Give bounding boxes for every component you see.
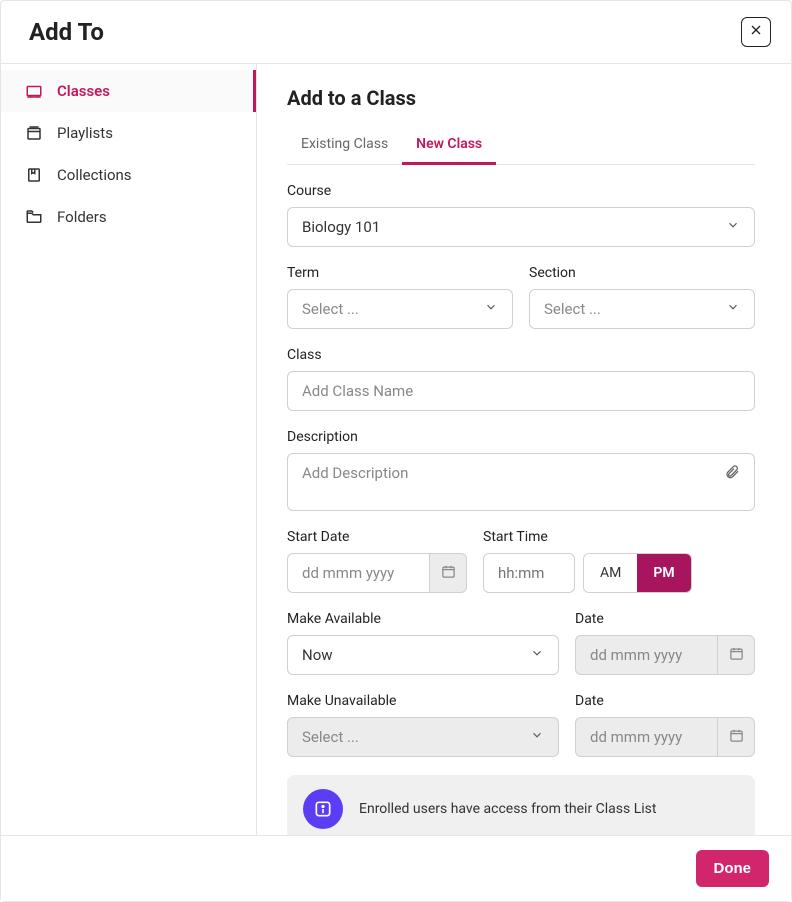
make-unavailable-select[interactable]: Select ... [287,717,559,757]
pm-button[interactable]: PM [637,554,690,592]
make-available-select[interactable]: Now [287,635,559,675]
unavailable-date-label: Date [575,693,755,709]
tab-existing-class[interactable]: Existing Class [287,128,402,165]
collections-icon [25,166,43,184]
calendar-icon [729,646,744,665]
done-button[interactable]: Done [696,850,770,887]
section-select-placeholder: Select ... [544,300,601,318]
close-icon [748,22,764,43]
available-date-picker-button [717,635,755,675]
section-label: Section [529,265,755,281]
make-unavailable-placeholder: Select ... [302,728,359,746]
unavailable-date-input [575,717,717,757]
start-date-picker-button[interactable] [429,553,467,593]
term-label: Term [287,265,513,281]
folders-icon [25,208,43,226]
modal-footer: Done [1,835,791,901]
sidebar-item-classes[interactable]: Classes [1,70,256,112]
chevron-down-icon [726,218,740,236]
make-available-value: Now [302,646,333,664]
am-button[interactable]: AM [584,554,637,592]
classes-icon [25,82,43,100]
sidebar-item-label: Classes [57,82,110,100]
chevron-down-icon [530,728,544,746]
start-time-label: Start Time [483,529,755,545]
sidebar-item-folders[interactable]: Folders [1,196,256,238]
info-box: Enrolled users have access from their Cl… [287,775,755,835]
info-text: Enrolled users have access from their Cl… [359,801,656,817]
available-date-input [575,635,717,675]
course-select[interactable]: Biology 101 [287,207,755,247]
main-heading: Add to a Class [287,86,755,110]
description-input[interactable] [302,464,716,500]
add-to-modal: Add To Classes Playlists [0,0,792,902]
unavailable-date-picker-button [717,717,755,757]
class-name-input[interactable] [287,371,755,411]
modal-body: Classes Playlists Collections Folders [1,64,791,835]
start-date-field [287,553,467,593]
chevron-down-icon [530,646,544,664]
chevron-down-icon [726,300,740,318]
tabs: Existing Class New Class [287,128,755,165]
description-field[interactable] [287,453,755,511]
course-label: Course [287,183,755,199]
chevron-down-icon [484,300,498,318]
attachment-icon[interactable] [724,464,740,484]
make-unavailable-label: Make Unavailable [287,693,559,709]
description-label: Description [287,429,755,445]
section-select[interactable]: Select ... [529,289,755,329]
sidebar-item-label: Playlists [57,124,113,142]
ampm-toggle: AM PM [583,553,692,593]
available-date-field [575,635,755,675]
class-label: Class [287,347,755,363]
sidebar-item-playlists[interactable]: Playlists [1,112,256,154]
unavailable-date-field [575,717,755,757]
calendar-icon [729,728,744,747]
start-date-input[interactable] [287,553,429,593]
sidebar-item-label: Collections [57,166,132,184]
term-select-placeholder: Select ... [302,300,359,318]
term-select[interactable]: Select ... [287,289,513,329]
course-select-value: Biology 101 [302,218,380,236]
close-button[interactable] [741,17,771,47]
sidebar: Classes Playlists Collections Folders [1,64,257,835]
calendar-icon [441,564,456,583]
modal-header: Add To [1,1,791,64]
start-time-input[interactable] [483,553,575,593]
start-date-label: Start Date [287,529,467,545]
start-time-field: AM PM [483,553,755,593]
make-available-label: Make Available [287,611,559,627]
available-date-label: Date [575,611,755,627]
info-icon [303,789,343,829]
playlists-icon [25,124,43,142]
main-panel: Add to a Class Existing Class New Class … [257,64,791,835]
sidebar-item-collections[interactable]: Collections [1,154,256,196]
sidebar-item-label: Folders [57,208,107,226]
modal-title: Add To [29,18,104,46]
tab-new-class[interactable]: New Class [402,128,496,165]
